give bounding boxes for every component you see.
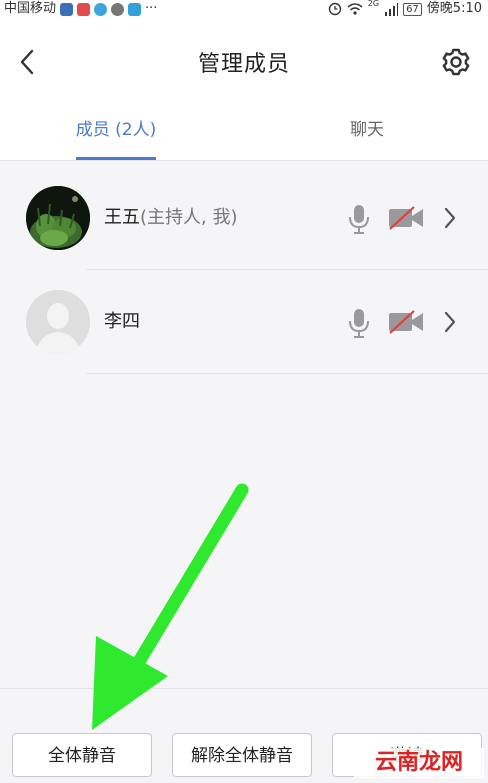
tab-bar: 成员 (2人) 聊天: [0, 108, 488, 161]
recorder-notification-icon: [77, 2, 91, 16]
chevron-right-icon[interactable]: [442, 310, 458, 334]
gear-icon[interactable]: [440, 46, 472, 78]
row-divider: [86, 373, 488, 374]
member-row-participant[interactable]: 李四: [0, 270, 488, 374]
status-bar-left: 中国移动 ···: [4, 0, 157, 18]
network-type-label: 2G: [367, 0, 380, 8]
camera-off-icon[interactable]: [388, 206, 424, 230]
plant-photo-image: [26, 186, 90, 250]
camera-off-icon[interactable]: [388, 310, 424, 334]
member-name: 王五(主持人, 我): [104, 166, 238, 270]
microphone-icon[interactable]: [348, 204, 370, 234]
member-role-text: (主持人, 我): [140, 207, 238, 228]
mute-all-button[interactable]: 全体静音: [12, 733, 152, 777]
default-user-icon: [26, 290, 90, 354]
member-name-text: 李四: [104, 311, 140, 332]
status-bar-right: 2G 67 傍晚5:10: [328, 0, 482, 18]
more-notifications: ···: [145, 1, 158, 16]
member-row-host[interactable]: 王五(主持人, 我): [0, 166, 488, 270]
avatar: [26, 290, 90, 354]
send-notification-icon: [128, 2, 142, 16]
tab-members[interactable]: 成员 (2人): [72, 108, 160, 160]
app-header: 管理成员: [0, 18, 488, 108]
member-name-text: 王五: [104, 207, 140, 228]
clock-label: 傍晚5:10: [426, 1, 482, 16]
alarm-icon: [328, 2, 341, 16]
member-name: 李四: [104, 270, 140, 374]
camera-notification-icon: [111, 2, 125, 16]
battery-indicator: 67: [403, 2, 422, 16]
unmute-all-button[interactable]: 解除全体静音: [172, 733, 312, 777]
sync-notification-icon: [94, 2, 108, 16]
site-watermark-logo: 云南龙网: [354, 748, 484, 778]
carrier-label: 中国移动: [4, 1, 57, 16]
app-notification-icon: [60, 2, 74, 16]
wifi-icon: [347, 3, 363, 15]
microphone-icon[interactable]: [348, 308, 370, 338]
avatar: [26, 186, 90, 250]
status-bar: 中国移动 ··· 2G 67 傍晚5:10: [0, 0, 488, 18]
page-title: 管理成员: [197, 52, 290, 77]
chevron-right-icon[interactable]: [442, 206, 458, 230]
signal-icon: [385, 2, 399, 16]
tab-chat[interactable]: 聊天: [330, 108, 404, 160]
